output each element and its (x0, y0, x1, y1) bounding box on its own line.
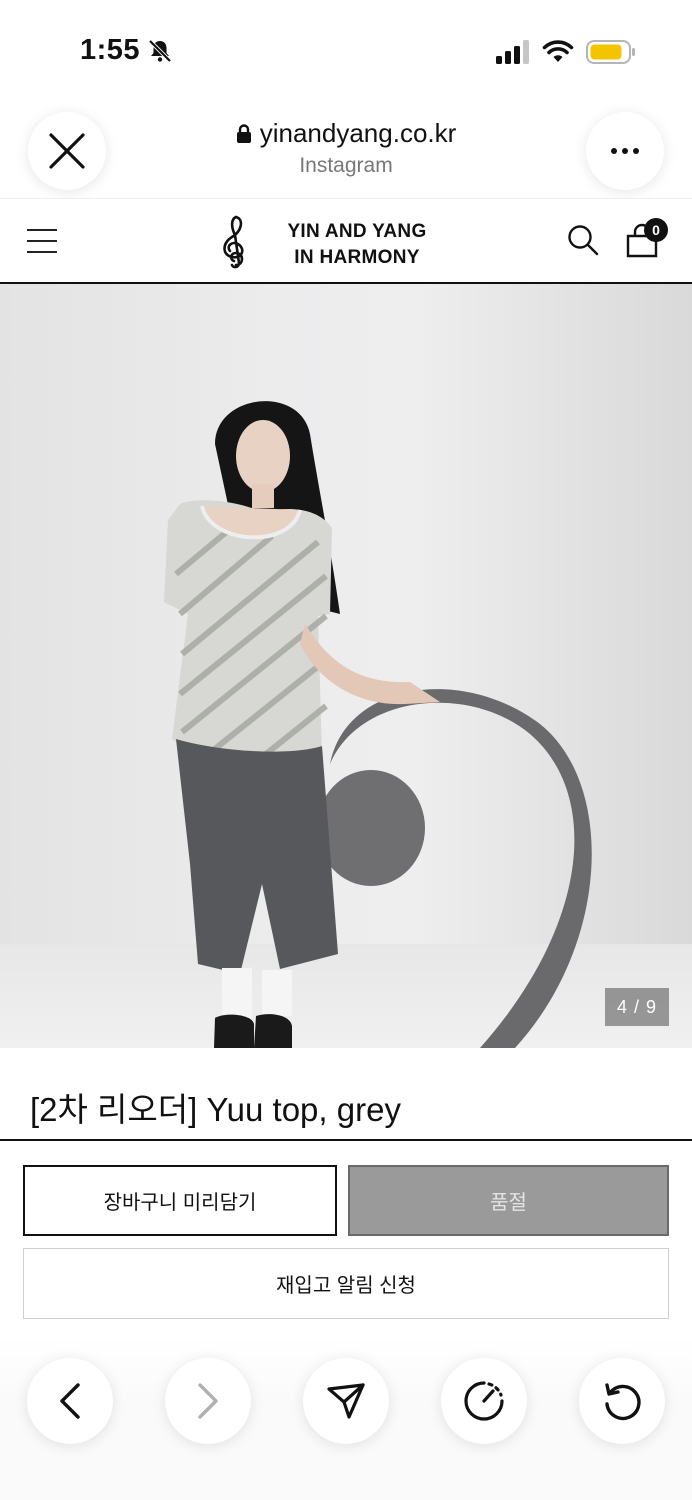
brand-line-1: YIN AND YANG (287, 221, 427, 242)
share-icon (327, 1383, 365, 1419)
brand-name[interactable]: YIN AND YANG IN HARMONY (272, 219, 442, 271)
more-icon (611, 148, 639, 154)
image-counter: 4 / 9 (605, 988, 669, 1026)
product-photo-illustration (164, 401, 592, 1048)
bottom-toolbar (0, 1336, 692, 1500)
forward-icon (198, 1383, 218, 1419)
lock-icon (236, 124, 251, 143)
brand-line-2: IN HARMONY (294, 247, 420, 268)
more-button[interactable] (586, 112, 664, 190)
treble-clef-logo[interactable] (214, 213, 254, 269)
search-icon[interactable] (566, 223, 600, 257)
reload-icon (605, 1383, 641, 1421)
menu-icon[interactable] (27, 229, 57, 253)
product-image[interactable] (0, 284, 692, 1048)
soldout-button[interactable]: 품절 (348, 1165, 669, 1236)
speed-button[interactable] (441, 1358, 527, 1444)
forward-button[interactable] (165, 1358, 251, 1444)
back-icon (60, 1383, 80, 1419)
speed-icon (464, 1381, 504, 1421)
browser-header: yinandyang.co.kr Instagram (0, 100, 692, 198)
status-time: 1:55 (80, 34, 141, 66)
product-title: [2차 리오더] Yuu top, grey (30, 1091, 401, 1128)
cart-count-badge: 0 (644, 218, 668, 242)
divider (0, 1139, 692, 1141)
url-text: yinandyang.co.kr (259, 118, 457, 148)
status-bar: 1:55 (0, 0, 692, 100)
back-button[interactable] (27, 1358, 113, 1444)
add-to-cart-button[interactable]: 장바구니 미리담기 (23, 1165, 337, 1236)
wifi-icon (542, 40, 574, 62)
reload-button[interactable] (579, 1358, 665, 1444)
battery-icon (586, 40, 635, 64)
bell-slash-icon (148, 39, 172, 63)
site-nav: YIN AND YANG IN HARMONY (0, 198, 692, 284)
signal-icon (496, 40, 529, 64)
restock-alert-button[interactable]: 재입고 알림 신청 (23, 1248, 669, 1319)
share-button[interactable] (303, 1358, 389, 1444)
